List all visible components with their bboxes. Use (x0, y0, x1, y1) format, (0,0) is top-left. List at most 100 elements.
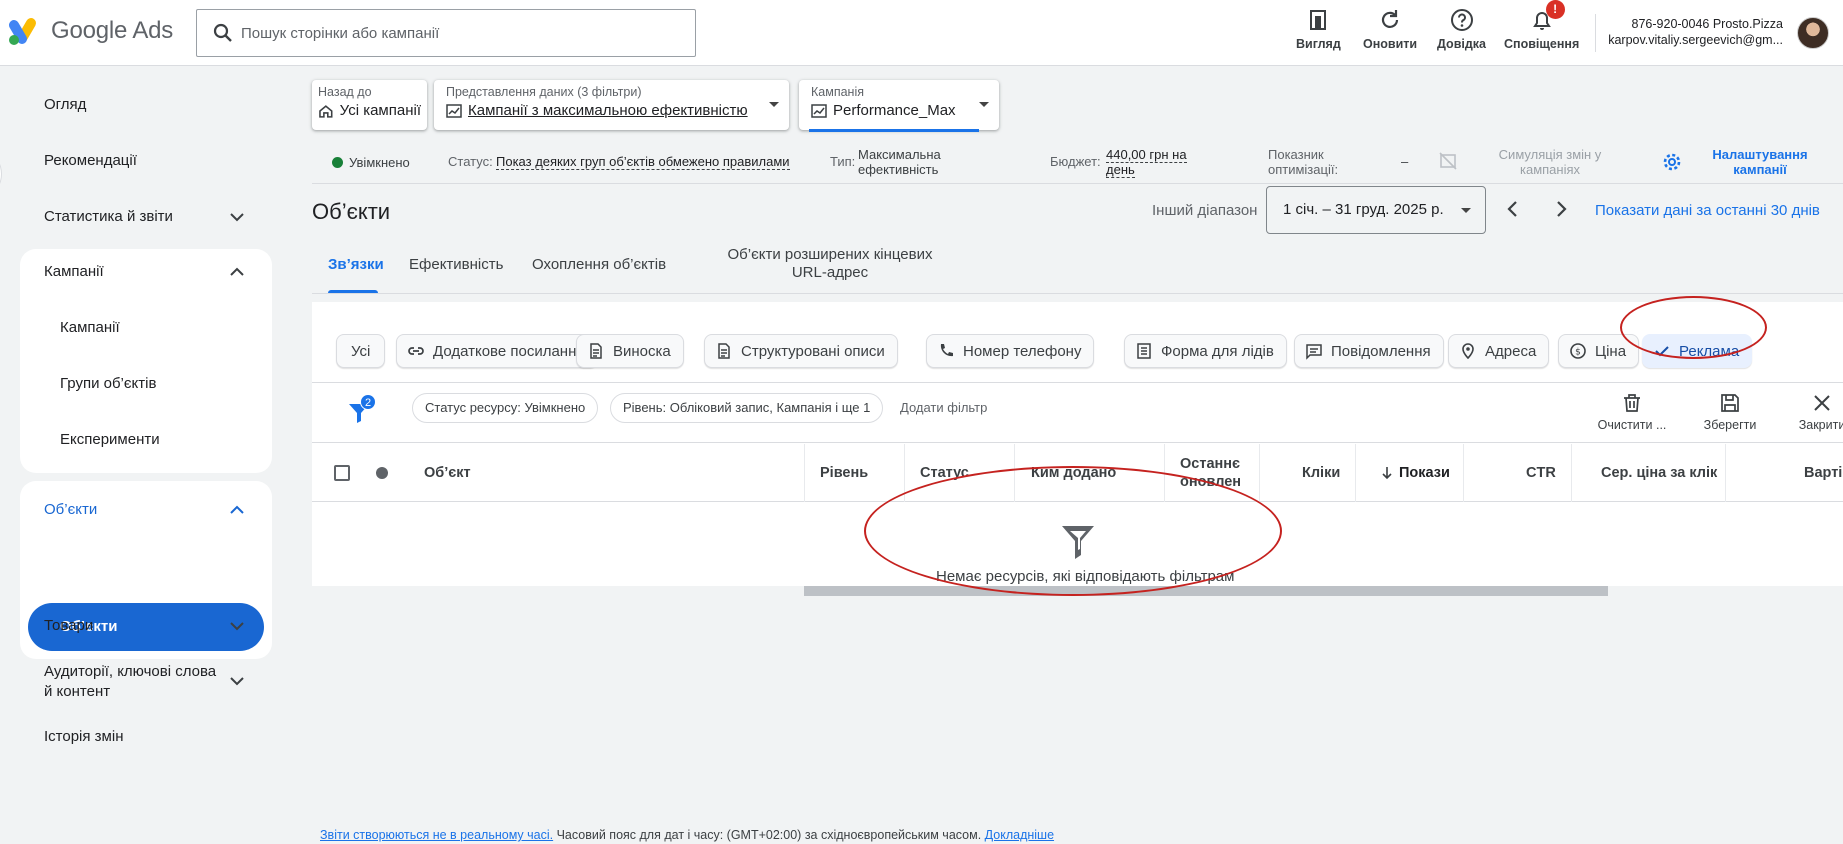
message-icon (1306, 344, 1322, 360)
simulate-changes-button[interactable]: Симуляція змін у кампаніях (1480, 147, 1620, 177)
enabled-status[interactable]: Увімкнено (332, 155, 410, 170)
data-view-label: Представлення даних (3 фільтри) (446, 85, 642, 99)
chevron-up-icon[interactable] (228, 501, 246, 519)
chip-label: Виноска (613, 342, 671, 360)
column-avg-cpc[interactable]: Сер. ціна за клік (1601, 444, 1717, 502)
tab-asset-coverage[interactable]: Охоплення об’єктів (532, 256, 666, 273)
status-dot-icon (376, 467, 388, 479)
help-icon (1450, 9, 1473, 31)
filter-chip-level[interactable]: Рівень: Обліковий запис, Кампанія і ще 1 (610, 393, 884, 423)
document-icon (718, 343, 730, 359)
sidebar-item-campaigns-group[interactable]: Кампанії (44, 263, 104, 280)
chip-message[interactable]: Повідомлення (1294, 334, 1444, 368)
column-cost[interactable]: Вартіс (1804, 444, 1843, 502)
column-separator (1725, 444, 1726, 502)
sidebar-item-audiences[interactable]: Аудиторії, ключові слова й контент (44, 662, 224, 702)
column-separator (1355, 444, 1356, 502)
show-last-30-days-link[interactable]: Показати дані за останні 30 днів (1595, 202, 1820, 219)
gear-icon[interactable] (1662, 152, 1682, 172)
sidebar-item-overview[interactable]: Огляд (44, 96, 86, 113)
chevron-down-icon[interactable] (228, 617, 246, 635)
filter-toggle-button[interactable]: 2 (346, 394, 376, 426)
chevron-down-icon (979, 102, 989, 107)
data-view-value: Кампанії з максимальною ефективністю (468, 102, 748, 119)
sidebar-item-recommendations[interactable]: Рекомендації (44, 152, 137, 169)
chevron-down-icon[interactable] (228, 208, 246, 226)
budget-value[interactable]: 440,00 грн на день (1106, 147, 1187, 178)
sidebar-expand-handle[interactable] (0, 156, 2, 192)
chip-structured-snippets[interactable]: Структуровані описи (704, 334, 898, 368)
refresh-icon (1381, 10, 1399, 28)
column-asset[interactable]: Об’єкт (424, 444, 471, 502)
chevron-down-icon[interactable] (228, 672, 246, 690)
settings-line2: кампанії (1733, 162, 1787, 177)
date-range-value: 1 січ. – 31 груд. 2025 р. (1283, 201, 1444, 218)
chart-icon (811, 103, 827, 118)
clear-button[interactable]: Очистити ... (1592, 392, 1672, 432)
close-icon (1814, 395, 1830, 411)
column-level[interactable]: Рівень (820, 444, 868, 502)
avatar[interactable] (1797, 17, 1829, 49)
sidebar-item-campaigns[interactable]: Кампанії (60, 319, 120, 336)
chip-all[interactable]: Усі (336, 334, 386, 368)
annotation-circle-ads-chip (1620, 296, 1767, 359)
learn-more-link[interactable]: Докладніше (985, 828, 1054, 842)
scrollbar-thumb[interactable] (804, 586, 1608, 596)
chip-location[interactable]: Адреса (1448, 334, 1550, 368)
chevron-up-icon[interactable] (228, 263, 246, 281)
sidebar-item-label: Об’єкти (44, 501, 98, 518)
chip-label: Форма для лідів (1161, 342, 1274, 360)
google-ads-logo[interactable]: Google Ads (8, 16, 173, 46)
sort-descending-icon[interactable] (1380, 466, 1394, 480)
account-info[interactable]: 876-920-0046 Prosto.Pizza karpov.vitaliy… (1608, 16, 1783, 48)
trash-icon (1624, 394, 1640, 412)
sidebar-item-asset-groups[interactable]: Групи об’єктів (60, 375, 156, 392)
notifications-label: Сповіщення (1504, 37, 1580, 51)
chip-callout[interactable]: Виноска (576, 334, 684, 368)
column-clicks[interactable]: Кліки (1302, 444, 1340, 502)
tab-label-line2: URL-адрес (791, 264, 869, 281)
sidebar-item-products[interactable]: Товари (44, 617, 93, 634)
add-filter-button[interactable]: Додати фільтр (900, 400, 987, 415)
notifications-button[interactable]: ! Сповіщення (1504, 0, 1580, 59)
filter-count-badge: 2 (360, 394, 376, 410)
status-value[interactable]: Показ деяких груп об’єктів обмежено прав… (496, 154, 790, 170)
date-range-selector[interactable]: 1 січ. – 31 груд. 2025 р. (1266, 186, 1486, 234)
search-box[interactable] (196, 9, 696, 57)
tab-performance[interactable]: Ефективність (409, 256, 503, 273)
chip-sitelink[interactable]: Додаткове посилання (396, 334, 598, 368)
refresh-button[interactable]: Оновити (1363, 7, 1417, 59)
campaigns-card: Кампанії Кампанії Групи об’єктів Експери… (20, 249, 272, 473)
back-to-selector[interactable]: Назад до Усі кампанії (312, 80, 427, 130)
sidebar-item-assets-group[interactable]: Об’єкти (44, 501, 97, 518)
campaign-settings-link[interactable]: Налаштування кампанії (1700, 147, 1820, 177)
sidebar-item-label: Кампанії (44, 263, 104, 280)
sidebar-item-label: Аудиторії, ключові слова й контент (44, 663, 217, 700)
close-button[interactable]: Закрити (1782, 392, 1843, 432)
previous-period-icon[interactable] (1500, 196, 1526, 222)
help-button[interactable]: Довідка (1437, 7, 1486, 59)
chip-label: Номер телефону (963, 342, 1082, 360)
campaign-selector[interactable]: Кампанія Performance_Max (799, 80, 999, 132)
budget-label: Бюджет: (1050, 154, 1101, 169)
reports-not-realtime-link[interactable]: Звіти створюються не в реальному часі. (320, 828, 553, 842)
column-ctr[interactable]: CTR (1526, 444, 1556, 502)
column-impressions[interactable]: Покази (1399, 444, 1450, 502)
chip-lead-form[interactable]: Форма для лідів (1124, 334, 1287, 368)
appearance-button[interactable]: Вигляд (1296, 7, 1341, 59)
sidebar-item-experiments[interactable]: Експерименти (60, 431, 160, 448)
sidebar-item-change-history[interactable]: Історія змін (44, 728, 123, 745)
tab-associations[interactable]: Зв’язки (328, 256, 384, 273)
sidebar-item-stats[interactable]: Статистика й звіти (44, 208, 284, 225)
select-all-checkbox[interactable] (334, 465, 350, 481)
chip-phone-number[interactable]: Номер телефону (926, 334, 1095, 368)
asset-tabs: Зв’язки Ефективність Охоплення об’єктів … (312, 244, 1843, 294)
next-period-icon[interactable] (1548, 196, 1574, 222)
search-input[interactable] (241, 24, 681, 42)
date-range-label: Інший діапазон (1152, 202, 1258, 219)
tab-final-url-assets[interactable]: Об’єкти розширених кінцевих URL-адрес (710, 246, 950, 282)
data-view-selector[interactable]: Представлення даних (3 фільтри) Кампанії… (434, 80, 789, 130)
location-pin-icon (1462, 343, 1474, 360)
save-button[interactable]: Зберегти (1690, 392, 1770, 432)
filter-chip-asset-status[interactable]: Статус ресурсу: Увімкнено (412, 393, 599, 423)
